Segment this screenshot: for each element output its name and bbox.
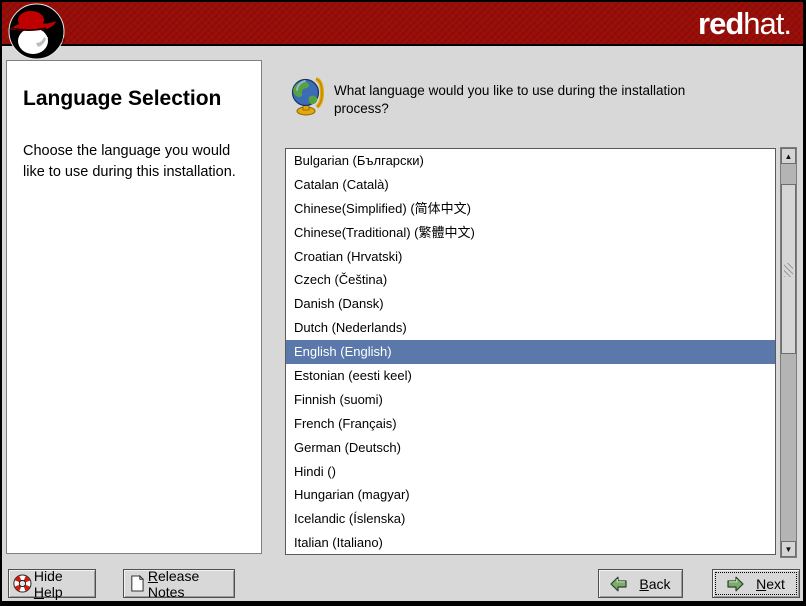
- list-item[interactable]: Dutch (Nederlands): [286, 316, 775, 340]
- back-button[interactable]: Back: [598, 569, 683, 598]
- scrollbar-thumb[interactable]: [781, 184, 796, 354]
- back-arrow-icon: [610, 576, 627, 592]
- page-title: Language Selection: [23, 87, 247, 111]
- red-hat-shadowman-logo: [8, 3, 65, 60]
- list-item[interactable]: English (English): [286, 340, 775, 364]
- list-item[interactable]: Czech (Čeština): [286, 268, 775, 292]
- installer-window: redhat. ® Language Selection Choose the …: [0, 0, 806, 606]
- list-item[interactable]: Croatian (Hrvatski): [286, 245, 775, 269]
- list-item[interactable]: Estonian (eesti keel): [286, 364, 775, 388]
- redhat-wordmark-bold: red: [698, 6, 743, 41]
- list-item[interactable]: Chinese(Simplified) (简体中文): [286, 197, 775, 221]
- list-item[interactable]: Hungarian (magyar): [286, 483, 775, 507]
- question-row: What language would you like to use duri…: [288, 76, 692, 118]
- list-item[interactable]: German (Deutsch): [286, 436, 775, 460]
- list-item[interactable]: Icelandic (Íslenska): [286, 507, 775, 531]
- scroll-down-button[interactable]: ▼: [781, 541, 796, 557]
- help-text: Choose the language you would like to us…: [23, 141, 247, 182]
- question-text: What language would you like to use duri…: [334, 82, 692, 118]
- list-item[interactable]: Catalan (Català): [286, 173, 775, 197]
- top-banner: redhat.: [2, 2, 803, 46]
- list-item[interactable]: Italian (Italiano): [286, 531, 775, 555]
- list-item[interactable]: Bulgarian (Български): [286, 149, 775, 173]
- hide-help-button[interactable]: Hide Help: [8, 569, 96, 598]
- list-item[interactable]: Finnish (suomi): [286, 388, 775, 412]
- hide-help-label: Hide Help: [34, 568, 95, 600]
- lifebuoy-icon: [13, 574, 32, 593]
- list-item[interactable]: Hindi (): [286, 460, 775, 484]
- help-panel: Language Selection Choose the language y…: [6, 60, 262, 554]
- globe-icon: [288, 76, 326, 116]
- next-label: Next: [756, 576, 785, 592]
- registered-trademark: ®: [60, 38, 65, 45]
- redhat-wordmark: redhat.: [698, 4, 791, 44]
- release-notes-label: Release Notes: [148, 568, 234, 600]
- document-icon: [129, 574, 146, 593]
- scroll-up-button[interactable]: ▲: [781, 148, 796, 164]
- language-list-scrollbar[interactable]: ▲ ▼: [780, 147, 797, 558]
- back-label: Back: [639, 576, 670, 592]
- next-arrow-icon: [727, 576, 744, 592]
- redhat-wordmark-regular: hat.: [743, 6, 791, 41]
- release-notes-button[interactable]: Release Notes: [123, 569, 235, 598]
- next-button[interactable]: Next: [712, 569, 800, 598]
- list-item[interactable]: Chinese(Traditional) (繁體中文): [286, 221, 775, 245]
- language-list: Bulgarian (Български)Catalan (Català)Chi…: [285, 148, 776, 555]
- list-item[interactable]: French (Français): [286, 412, 775, 436]
- list-item[interactable]: Danish (Dansk): [286, 292, 775, 316]
